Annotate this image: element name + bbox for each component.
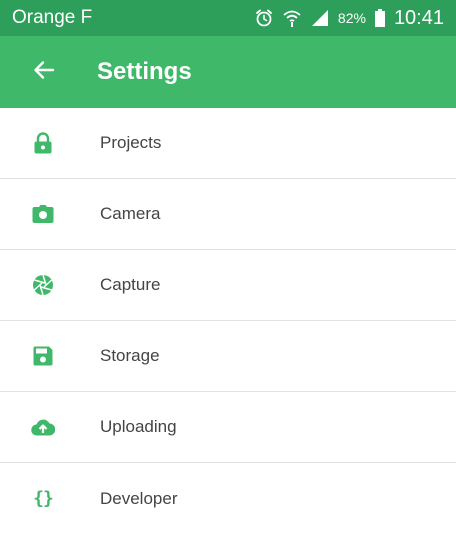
- settings-item-developer[interactable]: {} Developer: [0, 463, 456, 534]
- arrow-left-icon: [33, 59, 55, 86]
- settings-item-storage[interactable]: Storage: [0, 321, 456, 392]
- signal-icon: [310, 8, 330, 28]
- alarm-icon: [254, 8, 274, 28]
- carrier-name: Orange F: [12, 7, 93, 28]
- app-bar: Settings: [0, 36, 456, 108]
- settings-item-capture[interactable]: Capture: [0, 250, 456, 321]
- cloud-upload-icon: [31, 415, 55, 439]
- shutter-icon: [31, 273, 55, 297]
- floppy-disk-icon: [31, 344, 55, 368]
- settings-item-label: Projects: [100, 133, 162, 152]
- lock-icon: [31, 131, 55, 155]
- back-button[interactable]: [29, 57, 59, 87]
- status-bar: Orange F 82% 10:41: [0, 0, 456, 36]
- settings-item-label: Uploading: [100, 417, 177, 436]
- code-braces-icon: {}: [33, 488, 54, 509]
- settings-item-camera[interactable]: Camera: [0, 179, 456, 250]
- page-title: Settings: [97, 58, 192, 85]
- settings-list: Projects Camera Capture Storage Uploadin…: [0, 108, 456, 534]
- clock: 10:41: [393, 6, 444, 29]
- wifi-icon: [282, 8, 302, 28]
- settings-item-uploading[interactable]: Uploading: [0, 392, 456, 463]
- settings-item-projects[interactable]: Projects: [0, 108, 456, 179]
- settings-item-label: Developer: [100, 488, 178, 508]
- battery-percent: 82%: [337, 10, 366, 26]
- settings-item-label: Camera: [100, 204, 161, 223]
- status-icons: 82% 10:41: [254, 7, 444, 30]
- camera-icon: [31, 202, 55, 226]
- battery-icon: [374, 8, 386, 28]
- settings-item-label: Storage: [100, 346, 160, 365]
- settings-item-label: Capture: [100, 275, 161, 294]
